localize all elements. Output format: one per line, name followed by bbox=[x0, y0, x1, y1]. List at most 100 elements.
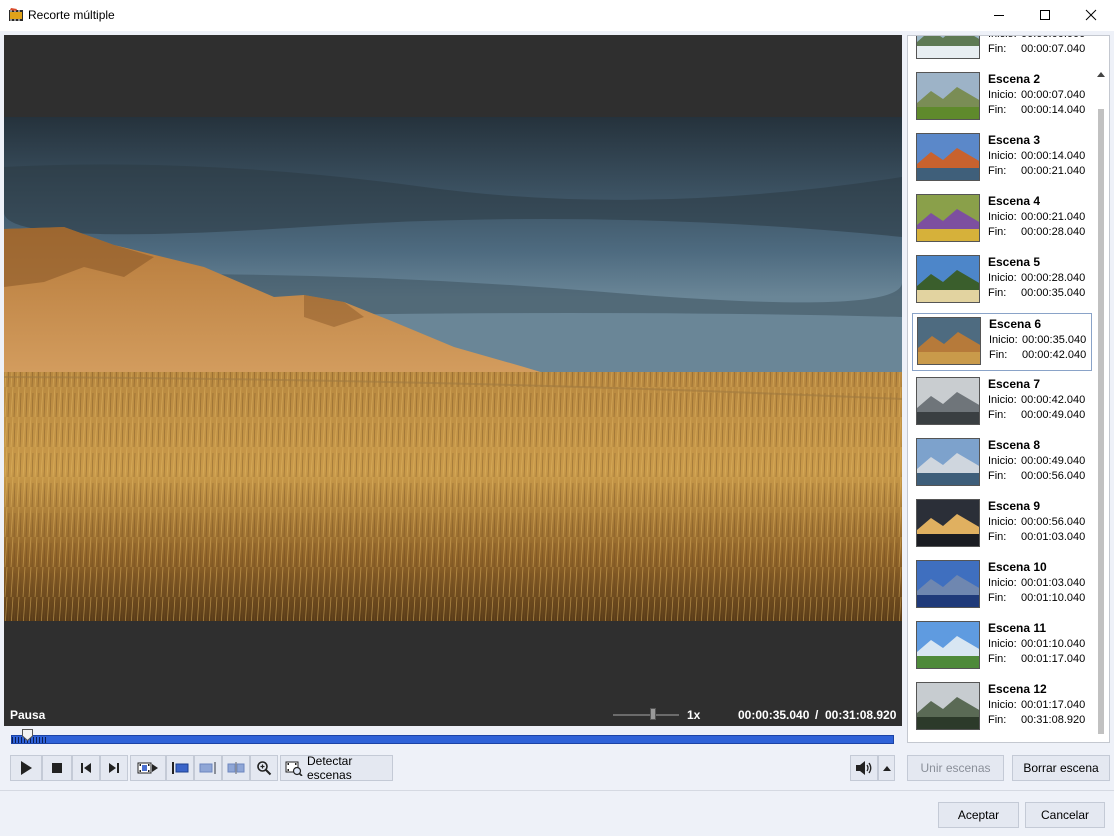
scene-item[interactable]: Escena 10 Inicio: 00:01:03.040 Fin: 00:01:10… bbox=[912, 557, 1092, 615]
scene-thumbnail bbox=[916, 560, 980, 608]
scene-item[interactable]: Escena 3 Inicio: 00:00:14.040 Fin: 00:00:21.… bbox=[912, 130, 1092, 188]
next-frame-button[interactable] bbox=[100, 755, 128, 781]
scene-item[interactable]: Escena 11 Inicio: 00:01:10.040 Fin: 00:01:17… bbox=[912, 618, 1092, 676]
previous-frame-icon bbox=[80, 762, 92, 774]
mark-end-button[interactable] bbox=[194, 755, 222, 781]
scene-end-label: Fin: bbox=[988, 592, 1007, 604]
previous-frame-button[interactable] bbox=[72, 755, 100, 781]
scene-item[interactable]: Escena 5 Inicio: 00:00:28.040 Fin: 00:00:35.… bbox=[912, 252, 1092, 310]
stop-button[interactable] bbox=[42, 755, 72, 781]
scene-start-row: Inicio: 00:00:28.040 bbox=[988, 272, 1085, 284]
scene-thumbnail bbox=[916, 133, 980, 181]
time-separator: / bbox=[815, 708, 819, 722]
scene-start-row: Inicio: 00:00:21.040 bbox=[988, 211, 1085, 223]
scene-end-row: Fin: 00:00:21.040 bbox=[988, 165, 1085, 177]
mark-start-icon bbox=[171, 761, 189, 775]
scene-name: Escena 10 bbox=[988, 560, 1047, 574]
scene-end-time: 00:00:07.040 bbox=[1021, 43, 1086, 55]
scene-start-label: Inicio: bbox=[988, 638, 1017, 650]
scene-end-label: Fin: bbox=[988, 531, 1007, 543]
scene-end-row: Fin: 00:01:03.040 bbox=[988, 531, 1085, 543]
accept-button[interactable]: Aceptar bbox=[938, 802, 1019, 828]
scene-start-row: Inicio: 00:00:49.040 bbox=[988, 455, 1085, 467]
footer-separator bbox=[0, 790, 1114, 791]
scene-end-row: Fin: 00:00:07.040 bbox=[988, 43, 1085, 55]
scene-list[interactable]: Inicio:00:00:00.000Fin:00:00:07.040Escen… bbox=[907, 35, 1110, 743]
scene-end-label: Fin: bbox=[989, 349, 1008, 361]
zoom-button[interactable] bbox=[250, 755, 278, 781]
close-button[interactable] bbox=[1068, 0, 1114, 30]
scene-end-label: Fin: bbox=[988, 714, 1007, 726]
scene-thumbnail bbox=[916, 682, 980, 730]
scene-end-row: Fin: 00:01:17.040 bbox=[988, 653, 1085, 665]
scene-start-label: Inicio: bbox=[989, 334, 1018, 346]
delete-scene-button[interactable]: Borrar escena bbox=[1012, 755, 1110, 781]
scene-list-scrollbar[interactable] bbox=[1093, 67, 1109, 779]
scene-end-label: Fin: bbox=[988, 43, 1007, 55]
scene-end-time: 00:00:14.040 bbox=[1021, 104, 1086, 116]
scene-start-time: 00:01:10.040 bbox=[1021, 638, 1086, 650]
scene-end-label: Fin: bbox=[988, 409, 1007, 421]
scene-thumbnail bbox=[916, 499, 980, 547]
speaker-icon bbox=[855, 760, 873, 776]
maximize-icon bbox=[1039, 9, 1051, 21]
mark-start-button[interactable] bbox=[166, 755, 194, 781]
scene-item[interactable]: Escena 6 Inicio: 00:00:35.040 Fin: 00:00:42.… bbox=[912, 313, 1092, 371]
scene-name: Escena 8 bbox=[988, 438, 1041, 452]
scene-start-label: Inicio: bbox=[988, 455, 1017, 467]
speed-slider-track[interactable] bbox=[613, 714, 679, 716]
merge-scenes-button[interactable]: Unir escenas bbox=[907, 755, 1004, 781]
speed-slider-thumb[interactable] bbox=[649, 708, 656, 720]
scene-end-time: 00:00:49.040 bbox=[1021, 409, 1086, 421]
total-time: 00:31:08.920 bbox=[825, 708, 897, 722]
film-play-icon bbox=[137, 761, 159, 775]
cancel-button[interactable]: Cancelar bbox=[1025, 802, 1105, 828]
scene-item[interactable]: Escena 2 Inicio: 00:00:07.040 Fin: 00:00:14.… bbox=[912, 69, 1092, 127]
split-button[interactable] bbox=[222, 755, 250, 781]
video-preview[interactable] bbox=[4, 35, 902, 705]
scene-item[interactable]: Escena 4 Inicio: 00:00:21.040 Fin: 00:00:28.… bbox=[912, 191, 1092, 249]
scene-item[interactable]: Escena 9 Inicio: 00:00:56.040 Fin: 00:01:03.… bbox=[912, 496, 1092, 554]
scene-start-time: 00:00:49.040 bbox=[1021, 455, 1086, 467]
scene-start-label: Inicio: bbox=[988, 89, 1017, 101]
player-status-bar: Pausa 1x 00:00:35.040 / 00:31:08.920 bbox=[4, 704, 902, 726]
scene-item[interactable]: Escena 12 Inicio: 00:01:17.040 Fin: 00:31:08… bbox=[912, 679, 1092, 737]
volume-dropdown-button[interactable] bbox=[878, 755, 895, 781]
scene-start-row: Inicio: 00:00:42.040 bbox=[988, 394, 1085, 406]
scene-item[interactable]: Inicio:00:00:00.000 Fin: 00:00:07.040 bbox=[912, 36, 1092, 66]
detect-scenes-button[interactable]: Detectar escenas bbox=[280, 754, 393, 782]
play-clip-button[interactable] bbox=[130, 755, 166, 781]
title-bar: Recorte múltiple bbox=[0, 0, 1114, 31]
scene-end-row: Fin: 00:00:28.040 bbox=[988, 226, 1085, 238]
scene-start-row: Inicio: 00:00:56.040 bbox=[988, 516, 1085, 528]
scene-start-row: Inicio:00:00:00.000 bbox=[988, 36, 1085, 40]
scene-start-row: Inicio: 00:00:14.040 bbox=[988, 150, 1085, 162]
scene-start-label: Inicio: bbox=[988, 150, 1017, 162]
scene-start-time: 00:00:14.040 bbox=[1021, 150, 1086, 162]
scene-start-label: Inicio: bbox=[988, 211, 1017, 223]
timeline-track[interactable] bbox=[11, 735, 894, 744]
window-title: Recorte múltiple bbox=[28, 8, 115, 22]
scene-start-time: 00:00:07.040 bbox=[1021, 89, 1086, 101]
playback-status: Pausa bbox=[10, 708, 46, 722]
minimize-button[interactable] bbox=[976, 0, 1022, 30]
scene-start-label: Inicio: bbox=[988, 699, 1017, 711]
maximize-button[interactable] bbox=[1022, 0, 1068, 30]
scene-thumbnail bbox=[916, 377, 980, 425]
scene-item[interactable]: Escena 7 Inicio: 00:00:42.040 Fin: 00:00:49.… bbox=[912, 374, 1092, 432]
scene-start-label: Inicio: bbox=[988, 394, 1017, 406]
scene-item[interactable]: Escena 8 Inicio: 00:00:49.040 Fin: 00:00:56.… bbox=[912, 435, 1092, 493]
video-frame bbox=[4, 117, 902, 621]
scene-end-time: 00:01:03.040 bbox=[1021, 531, 1086, 543]
scene-end-label: Fin: bbox=[988, 287, 1007, 299]
scene-start-time: 00:01:03.040 bbox=[1021, 577, 1086, 589]
scene-start-time: 00:00:00.000 bbox=[1021, 36, 1085, 40]
play-button[interactable] bbox=[10, 755, 42, 781]
volume-button[interactable] bbox=[850, 755, 878, 781]
scene-name: Escena 4 bbox=[988, 194, 1041, 208]
timeline-playhead[interactable] bbox=[22, 729, 34, 742]
detect-scenes-icon bbox=[285, 760, 303, 776]
scene-end-row: Fin: 00:00:49.040 bbox=[988, 409, 1085, 421]
scene-thumbnail bbox=[917, 317, 981, 365]
scene-end-time: 00:00:42.040 bbox=[1022, 349, 1087, 361]
